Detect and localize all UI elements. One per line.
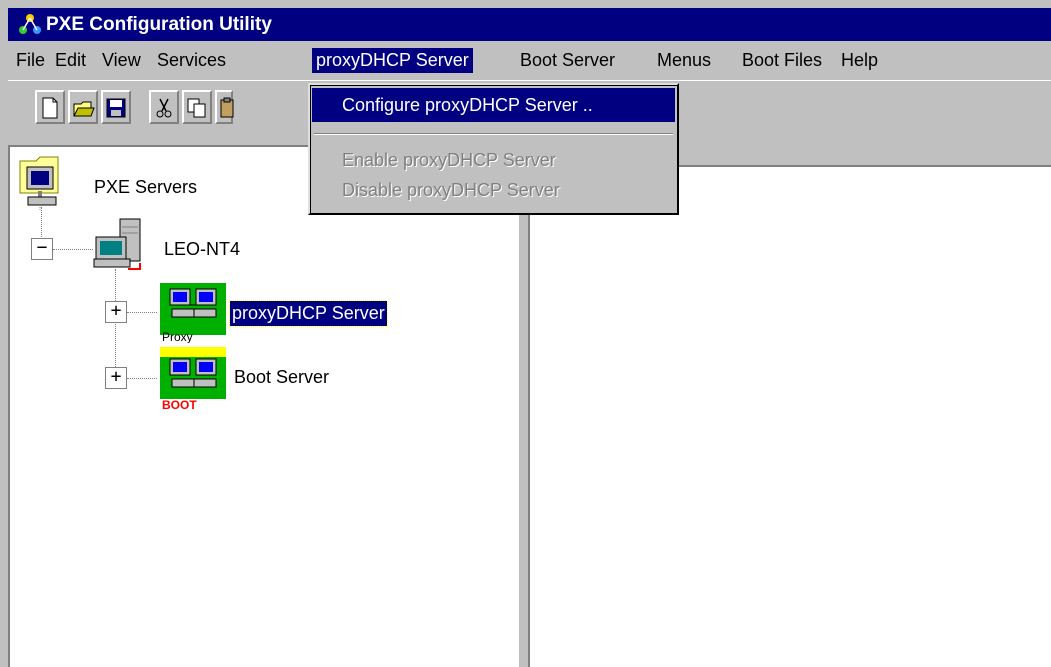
tree-item-boot-server[interactable]: Boot Server (234, 367, 329, 388)
tree-item-pxe-servers[interactable]: PXE Servers (94, 177, 197, 198)
tree-connector (41, 207, 42, 239)
tree-item-leo-nt4[interactable]: LEO-NT4 (164, 239, 240, 260)
new-file-icon (42, 97, 58, 119)
window-title: PXE Configuration Utility (46, 14, 272, 35)
menu-bar: File Edit View Services proxyDHCP Server… (8, 41, 1051, 79)
tree-connector (127, 378, 157, 379)
menu-separator (314, 133, 673, 135)
tree-connector (53, 249, 93, 250)
menu-proxydhcp-server[interactable]: proxyDHCP Server (312, 48, 473, 73)
menu-item-enable-proxydhcp[interactable]: Enable proxyDHCP Server (312, 143, 675, 177)
pane-splitter[interactable] (518, 145, 530, 667)
server-tree[interactable]: PXE Servers − LEO-NT4 + Proxy proxyDHCP … (8, 145, 518, 667)
tree-item-proxydhcp-server[interactable]: proxyDHCP Server (229, 300, 388, 327)
expand-toggle-proxydhcp[interactable]: + (105, 301, 127, 323)
menu-menus[interactable]: Menus (653, 48, 715, 73)
proxy-network-icon: Proxy (160, 283, 226, 343)
cut-button[interactable] (149, 90, 179, 124)
open-folder-icon (73, 101, 95, 117)
menu-item-disable-proxydhcp[interactable]: Disable proxyDHCP Server (312, 173, 675, 207)
save-button[interactable] (101, 90, 131, 124)
proxydhcp-dropdown-menu: Configure proxyDHCP Server .. Enable pro… (308, 83, 679, 215)
icon-caption-boot: BOOT (162, 398, 197, 411)
collapse-toggle-leo-nt4[interactable]: − (31, 238, 53, 260)
network-app-icon (19, 14, 41, 34)
menu-file[interactable]: File (12, 48, 49, 73)
title-bar: PXE Configuration Utility (8, 8, 1051, 41)
menu-edit[interactable]: Edit (51, 48, 90, 73)
copy-button[interactable] (182, 90, 212, 124)
open-button[interactable] (68, 90, 98, 124)
pxe-servers-icon (19, 156, 59, 211)
copy-icon (187, 98, 206, 118)
menu-help[interactable]: Help (837, 48, 882, 73)
server-computer-icon (93, 218, 141, 270)
detail-pane[interactable] (530, 145, 1051, 667)
expand-toggle-boot-server[interactable]: + (105, 367, 127, 389)
menu-item-configure-proxydhcp[interactable]: Configure proxyDHCP Server .. (312, 88, 675, 122)
paste-icon (220, 97, 234, 118)
menu-boot-server[interactable]: Boot Server (516, 48, 619, 73)
paste-button[interactable] (215, 90, 234, 124)
boot-network-icon: BOOT (160, 347, 226, 411)
new-file-button[interactable] (35, 90, 65, 124)
save-icon (106, 98, 126, 118)
cut-icon (156, 98, 172, 118)
tree-connector (127, 312, 157, 313)
menu-view[interactable]: View (98, 48, 145, 73)
tree-connector (115, 269, 116, 379)
menu-boot-files[interactable]: Boot Files (738, 48, 826, 73)
icon-caption-proxy: Proxy (162, 330, 193, 343)
menu-services[interactable]: Services (153, 48, 230, 73)
